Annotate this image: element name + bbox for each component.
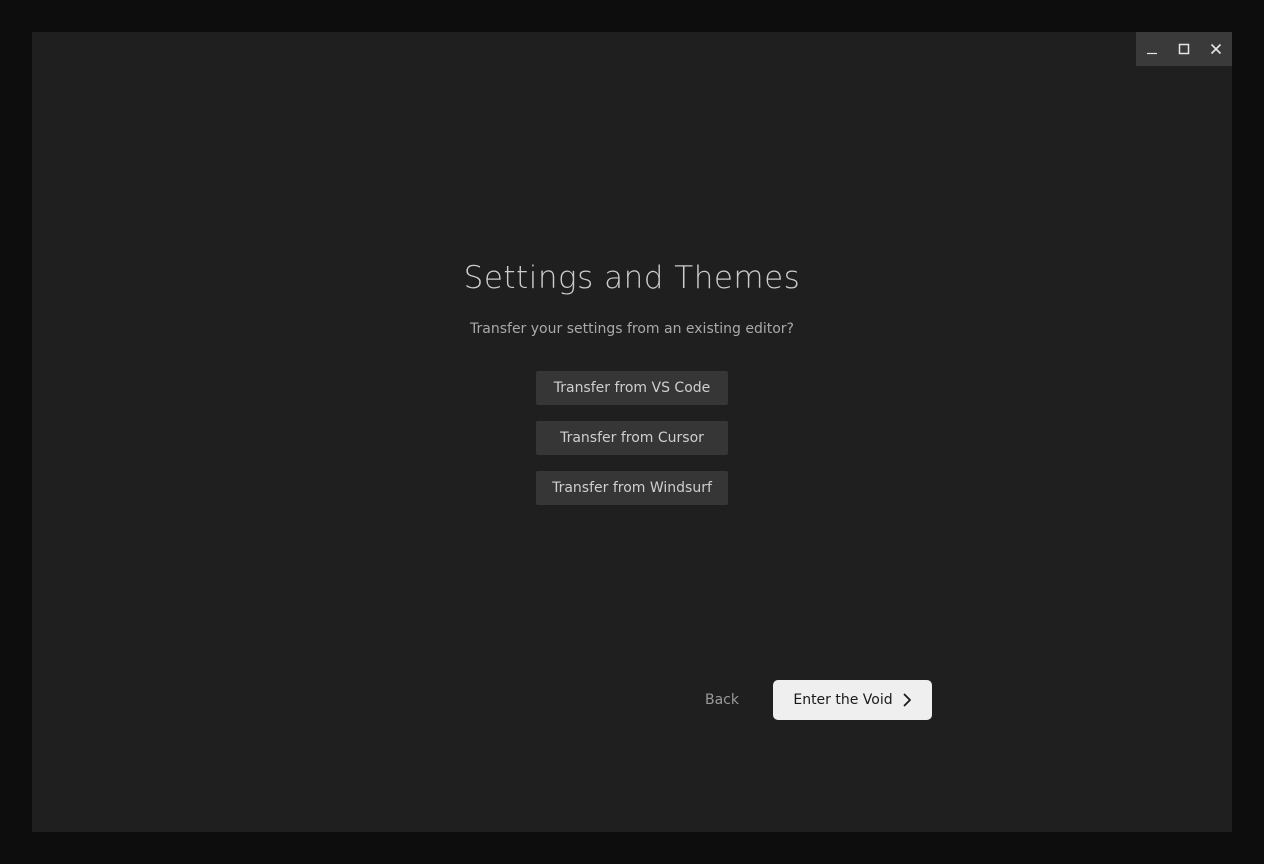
- maximize-button[interactable]: [1168, 32, 1200, 66]
- minimize-button[interactable]: [1136, 32, 1168, 66]
- close-button[interactable]: [1200, 32, 1232, 66]
- maximize-icon: [1178, 43, 1190, 55]
- chevron-right-icon: [902, 693, 912, 707]
- page-subtitle: Transfer your settings from an existing …: [470, 321, 794, 337]
- back-button[interactable]: Back: [694, 680, 750, 720]
- transfer-windsurf-button[interactable]: Transfer from Windsurf: [536, 471, 728, 505]
- app-window: Settings and Themes Transfer your settin…: [32, 32, 1232, 832]
- window-controls: [1136, 32, 1232, 66]
- enter-the-void-button[interactable]: Enter the Void: [773, 680, 932, 720]
- minimize-icon: [1146, 43, 1158, 55]
- close-icon: [1210, 43, 1222, 55]
- transfer-cursor-button[interactable]: Transfer from Cursor: [536, 421, 728, 455]
- page-title: Settings and Themes: [463, 260, 801, 296]
- transfer-vscode-button[interactable]: Transfer from VS Code: [536, 371, 728, 405]
- enter-button-label: Enter the Void: [793, 692, 893, 708]
